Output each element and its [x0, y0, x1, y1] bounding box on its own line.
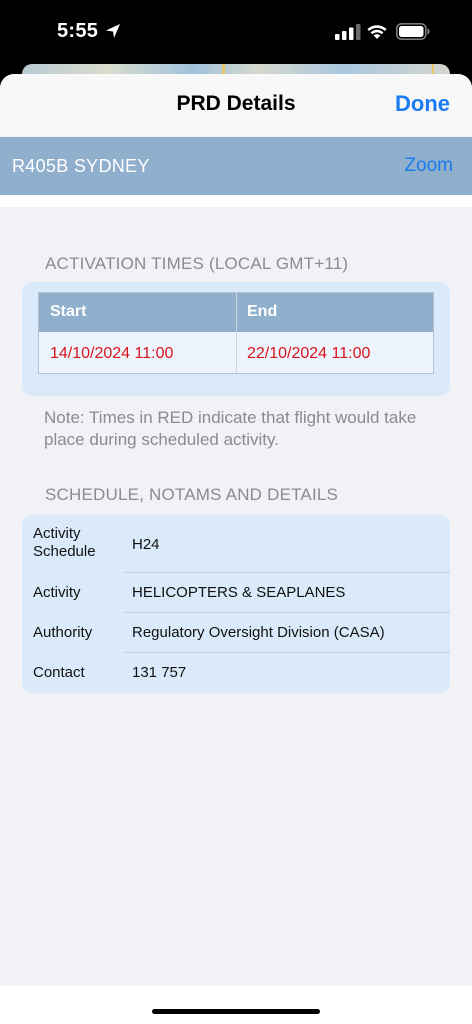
column-header-start: Start: [50, 303, 87, 320]
detail-label: Contact: [33, 664, 85, 681]
detail-value: HELICOPTERS & SEAPLANES: [132, 584, 346, 601]
navigation-bar: PRD Details Done: [0, 74, 472, 136]
location-arrow-icon: [106, 24, 120, 38]
activation-times-card: Start End 14/10/2024 11:00 22/10/2024 11…: [22, 282, 450, 396]
end-time-cell: 22/10/2024 11:00: [247, 345, 371, 362]
area-name: R405B SYDNEY: [12, 156, 150, 176]
detail-label-line: Schedule: [33, 543, 96, 560]
activation-times-header: ACTIVATION TIMES (LOCAL GMT+11): [45, 254, 349, 273]
battery-icon: [396, 23, 430, 40]
detail-row-activity: Activity HELICOPTERS & SEAPLANES: [22, 572, 450, 612]
done-button[interactable]: Done: [395, 91, 450, 117]
detail-label: Activity Schedule: [33, 525, 96, 561]
detail-label: Authority: [33, 624, 93, 641]
home-indicator[interactable]: [152, 1009, 320, 1014]
start-time-cell: 14/10/2024 11:00: [50, 345, 174, 362]
wifi-icon: [367, 25, 387, 39]
detail-value: Regulatory Oversight Division (CASA): [132, 624, 385, 641]
prd-details-sheet: PRD Details Done R405B SYDNEY Zoom ACTIV…: [0, 74, 472, 1024]
details-card: Activity Schedule H24 Activity HELICOPTE…: [22, 515, 450, 693]
status-time: 5:55: [57, 20, 99, 42]
detail-row-authority: Authority Regulatory Oversight Division …: [22, 612, 450, 652]
schedule-details-header: SCHEDULE, NOTAMS AND DETAILS: [45, 485, 339, 504]
column-divider: [236, 293, 237, 373]
area-header: R405B SYDNEY Zoom: [0, 137, 472, 195]
separator: [0, 195, 472, 207]
home-indicator-area: [0, 986, 472, 1024]
note-text: Note: Times in RED indicate that flight …: [44, 408, 417, 449]
detail-value[interactable]: 131 757: [132, 664, 186, 681]
detail-value: H24: [132, 536, 160, 553]
detail-row-contact: Contact 131 757: [22, 652, 450, 693]
activation-times-table: Start End 14/10/2024 11:00 22/10/2024 11…: [38, 292, 434, 374]
column-header-end: End: [247, 303, 278, 320]
detail-row-activity-schedule: Activity Schedule H24: [22, 515, 450, 572]
cellular-signal-icon: [335, 24, 361, 40]
detail-label: Activity: [33, 584, 81, 601]
screen: 5:55 PRD Details Done R405B SYDNEY Zoom …: [0, 0, 472, 1024]
zoom-button[interactable]: Zoom: [404, 155, 453, 177]
detail-label-line: Activity: [33, 525, 81, 542]
status-bar: 5:55: [0, 0, 472, 64]
